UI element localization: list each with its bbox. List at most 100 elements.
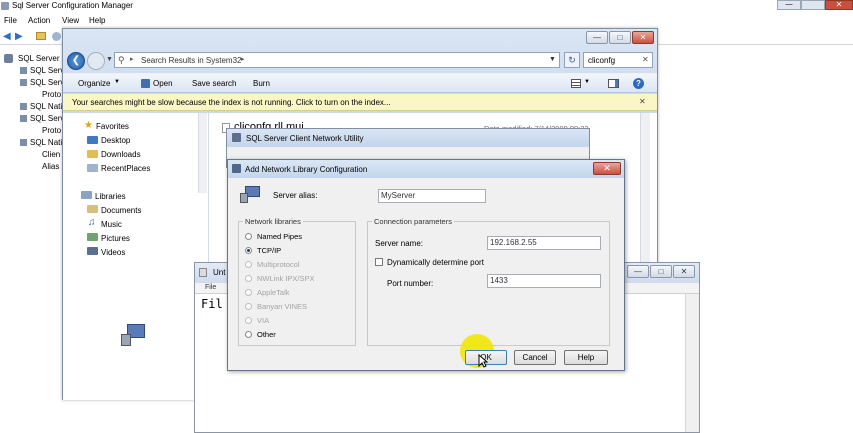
info-bar-close-icon[interactable]: ✕ <box>639 97 646 106</box>
radio-named-pipes-label[interactable]: Named Pipes <box>257 232 302 241</box>
client-utility-title: SQL Server Client Network Utility <box>246 134 364 143</box>
address-bar[interactable]: ⚲ ▸ Search Results in System32 ▸ ▼ <box>114 52 560 68</box>
back-arrow-icon[interactable]: ◀ <box>3 31 11 42</box>
radio-tcp-ip[interactable] <box>245 247 252 254</box>
history-dropdown-icon[interactable]: ▼ <box>106 56 113 63</box>
cancel-button[interactable]: Cancel <box>514 350 556 365</box>
nav-scrollbar[interactable] <box>198 113 207 193</box>
tree-item[interactable]: Proto <box>42 126 61 135</box>
help-icon[interactable]: ? <box>633 78 644 89</box>
explorer-close-button[interactable]: ✕ <box>632 31 654 44</box>
minimize-button[interactable]: — <box>777 0 801 10</box>
maximize-button[interactable] <box>801 0 825 10</box>
radio-other-label[interactable]: Other <box>257 330 276 339</box>
notepad-icon <box>199 268 207 277</box>
results-scrollbar[interactable] <box>640 113 650 263</box>
organize-button[interactable]: Organize <box>78 79 110 88</box>
tree-node-icon <box>20 67 27 74</box>
tree-item[interactable]: SQL Nati <box>30 138 62 147</box>
organize-dropdown-icon: ▼ <box>114 79 120 85</box>
network-libraries-legend: Network libraries <box>243 217 303 226</box>
forward-arrow-icon[interactable]: ▶ <box>15 31 23 42</box>
tree-item[interactable]: SQL Nati <box>30 102 62 111</box>
tree-node-icon <box>20 103 27 110</box>
radio-via <box>245 317 252 324</box>
dynamic-port-checkbox[interactable] <box>375 258 383 266</box>
notepad-scrollbar[interactable] <box>685 294 699 432</box>
refresh-button[interactable]: ↻ <box>564 52 580 68</box>
menu-action[interactable]: Action <box>28 16 50 25</box>
close-button[interactable]: ✕ <box>825 0 853 10</box>
breadcrumb[interactable]: Search Results in System32 <box>141 56 242 65</box>
notepad-minimize-button[interactable]: — <box>627 265 649 278</box>
music-icon: ♫ <box>88 217 96 228</box>
up-folder-icon[interactable] <box>36 32 46 40</box>
tree-item[interactable]: Proto <box>42 90 61 99</box>
dialog-titlebar: Add Network Library Configuration ✕ <box>228 160 624 178</box>
nav-downloads[interactable]: Downloads <box>101 150 141 159</box>
open-app-icon <box>141 79 150 88</box>
nav-documents[interactable]: Documents <box>101 206 141 215</box>
libraries-icon <box>81 191 92 199</box>
dialog-close-button[interactable]: ✕ <box>593 162 621 175</box>
clear-search-icon[interactable]: ✕ <box>642 55 649 64</box>
burn-button[interactable]: Burn <box>253 79 270 88</box>
radio-tcp-ip-label[interactable]: TCP/IP <box>257 246 281 255</box>
tree-item[interactable]: Clien <box>42 150 60 159</box>
explorer-minimize-button[interactable]: — <box>586 31 608 44</box>
nav-music[interactable]: Music <box>101 220 122 229</box>
tree-item[interactable]: SQL Server C <box>18 54 68 63</box>
radio-other[interactable] <box>245 331 252 338</box>
notepad-text: Fil <box>201 297 223 311</box>
details-preview-pane <box>78 280 190 392</box>
radio-multiprotocol <box>245 261 252 268</box>
refresh-icon[interactable] <box>52 32 61 41</box>
search-input[interactable]: cliconfg <box>588 56 615 65</box>
port-number-input[interactable]: 1433 <box>487 274 601 288</box>
server-name-input[interactable]: 192.168.2.55 <box>487 236 601 250</box>
nav-pictures[interactable]: Pictures <box>101 234 130 243</box>
preview-pane-icon[interactable] <box>608 79 619 88</box>
notepad-close-button[interactable]: ✕ <box>673 265 695 278</box>
tree-item[interactable]: Alias <box>42 162 59 171</box>
window-title: Sql Server Configuration Manager <box>12 1 133 10</box>
forward-button[interactable] <box>87 52 105 70</box>
dialog-icon <box>232 164 241 173</box>
nav-recent-places[interactable]: RecentPlaces <box>101 164 150 173</box>
menu-view[interactable]: View <box>62 16 79 25</box>
breadcrumb-chevron-icon: ▸ <box>241 56 245 63</box>
app-icon <box>1 2 9 10</box>
server-alias-label: Server alias: <box>273 191 318 200</box>
command-bar: Organize ▼ Open Save search Burn ▼ ? <box>63 73 657 93</box>
tree-item[interactable]: SQL Serv <box>30 66 64 75</box>
notepad-title: Unt <box>213 268 226 277</box>
nav-desktop[interactable]: Desktop <box>101 136 130 145</box>
info-bar[interactable]: Your searches might be slow because the … <box>63 94 657 111</box>
view-dropdown-icon[interactable]: ▼ <box>584 79 590 85</box>
radio-named-pipes[interactable] <box>245 233 252 240</box>
server-alias-input[interactable]: MyServer <box>378 189 486 203</box>
tree-item[interactable]: SQL Serv <box>30 78 64 87</box>
mouse-pointer-icon <box>478 354 488 368</box>
open-button[interactable]: Open <box>153 79 173 88</box>
breadcrumb-chevron-icon: ▸ <box>130 56 134 63</box>
nav-libraries[interactable]: Libraries <box>95 192 126 201</box>
menu-help[interactable]: Help <box>89 16 105 25</box>
nav-favorites[interactable]: Favorites <box>96 122 129 131</box>
explorer-maximize-button[interactable]: □ <box>609 31 631 44</box>
address-dropdown-icon[interactable]: ▼ <box>549 56 556 63</box>
search-box[interactable]: cliconfg ✕ <box>583 52 653 68</box>
dynamic-port-label[interactable]: Dynamically determine port <box>387 258 484 267</box>
info-bar-text[interactable]: Your searches might be slow because the … <box>72 98 391 107</box>
dialog-title: Add Network Library Configuration <box>245 165 368 174</box>
tree-item[interactable]: SQL Serv <box>30 114 64 123</box>
notepad-maximize-button[interactable]: □ <box>650 265 672 278</box>
server-alias-icon <box>240 186 262 204</box>
view-options-icon[interactable] <box>571 79 581 88</box>
back-button[interactable]: ❮ <box>67 52 85 70</box>
menu-file[interactable]: File <box>4 16 17 25</box>
help-button[interactable]: Help <box>564 350 608 365</box>
notepad-menu-file[interactable]: File <box>205 284 216 291</box>
save-search-button[interactable]: Save search <box>192 79 236 88</box>
nav-videos[interactable]: Videos <box>101 248 125 257</box>
